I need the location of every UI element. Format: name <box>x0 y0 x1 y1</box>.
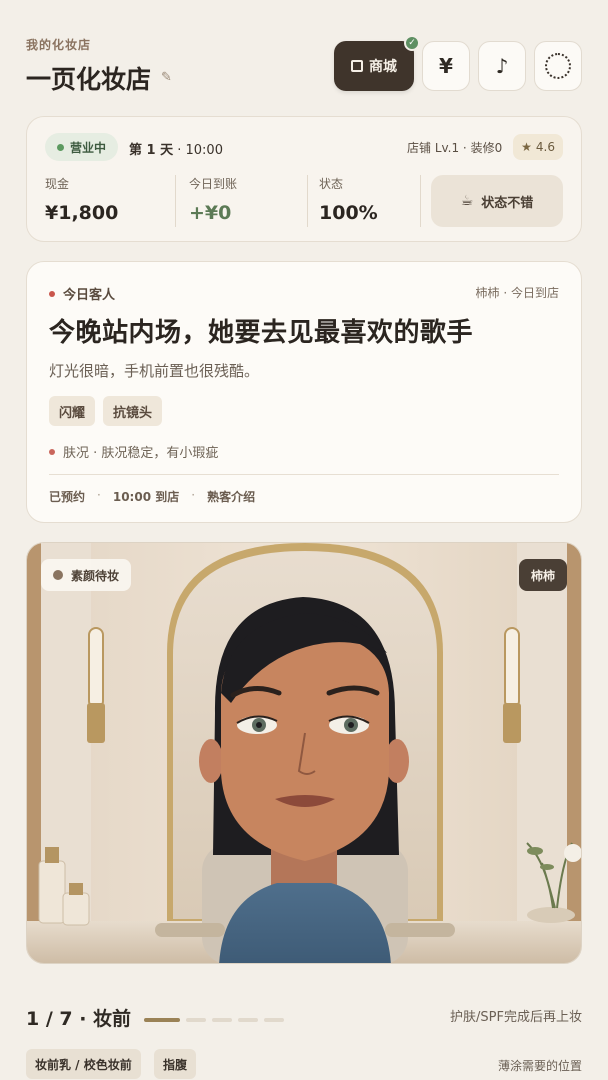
avatar-button[interactable] <box>534 41 582 91</box>
divider <box>175 175 176 227</box>
star-icon: ★ <box>521 140 532 154</box>
flower <box>564 844 581 862</box>
dotted-circle-icon <box>545 53 571 79</box>
chair-arm <box>155 923 225 937</box>
customer-description: 灯光很暗，手机前置也很残酷。 <box>49 362 260 380</box>
product-row: 妆前乳 / 校色妆前 指腹 薄涂需要的位置 <box>26 1049 582 1080</box>
customer-card: 今日客人 柿柿 · 今日到店 今晚站内场，她要去见最喜欢的歌手 灯光很暗，手机前… <box>26 261 582 523</box>
shop-icon <box>351 60 363 72</box>
pupil <box>348 722 354 728</box>
bottle <box>62 892 90 926</box>
top-actions: 商城 ✓ ¥ ♪ <box>334 35 582 91</box>
store-level: 店铺 Lv.1 · 装修0 <box>407 141 503 155</box>
progress-segment <box>144 1018 180 1022</box>
open-dot-icon <box>57 143 64 151</box>
state-metric: 状态 100% <box>319 175 378 224</box>
sconce-base <box>87 703 105 743</box>
product-chip[interactable]: 妆前乳 / 校色妆前 <box>26 1049 141 1079</box>
income-metric: 今日到账 +¥0 <box>189 175 237 224</box>
sconce-base <box>503 703 521 743</box>
dish <box>527 907 575 923</box>
makeup-status-badge: 素颜待妆 <box>41 559 132 591</box>
leaf <box>540 864 554 870</box>
pupil <box>256 722 262 728</box>
title-row: 一页化妆店 ✎ <box>26 60 175 96</box>
music-note-icon: ♪ <box>495 54 509 78</box>
check-icon: ✓ <box>404 35 420 51</box>
divider <box>307 175 308 227</box>
shop-subtitle: 我的化妆店 <box>26 38 92 52</box>
separator: · <box>191 488 196 502</box>
customer-section-header: 今日客人 <box>49 284 115 303</box>
pencil-icon[interactable]: ✎ <box>161 71 175 85</box>
state-label: 状态 <box>319 177 344 191</box>
leaf <box>527 847 543 855</box>
yen-icon: ¥ <box>439 54 453 78</box>
customer-section-label: 今日客人 <box>63 288 116 303</box>
music-button[interactable]: ♪ <box>478 41 526 91</box>
cash-metric: 现金 ¥1,800 <box>45 175 118 224</box>
customer-headline: 今晚站内场，她要去见最喜欢的歌手 <box>49 318 474 348</box>
rating-value: 4.6 <box>535 140 555 154</box>
separator: · <box>97 488 101 502</box>
shop-button-label: 商城 <box>369 59 397 75</box>
skin-dot-icon <box>49 448 55 455</box>
makeup-status-label: 素颜待妆 <box>71 568 120 583</box>
progress-segment <box>238 1018 258 1022</box>
day-time: 第 1 天 · 10:00 <box>129 139 223 158</box>
cash-value: ¥1,800 <box>45 202 119 224</box>
step-hint: 护肤/SPF完成后再上妆 <box>450 1010 582 1025</box>
step-progress <box>144 1018 284 1022</box>
scene-illustration <box>27 543 581 963</box>
arrival-time: 10:00 到店 <box>112 490 180 504</box>
bottle-cap <box>45 847 59 863</box>
referral-source: 熟客介绍 <box>207 490 256 504</box>
divider <box>49 474 559 475</box>
mood-label: 状态不错 <box>481 195 534 211</box>
makeup-scene[interactable]: 素颜待妆 柿柿 <box>26 542 582 964</box>
bottle <box>38 860 66 924</box>
wall-sconce <box>504 627 520 709</box>
bottle-cap <box>69 883 83 895</box>
currency-button[interactable]: ¥ <box>422 41 470 91</box>
customer-meta: 柿柿 · 今日到店 <box>475 286 559 300</box>
status-card: 营业中 第 1 天 · 10:00 店铺 Lv.1 · 装修0 ★ 4.6 现金… <box>26 116 582 242</box>
open-label: 营业中 <box>70 140 107 155</box>
shop-button[interactable]: 商城 ✓ <box>334 35 420 91</box>
header: 我的化妆店 一页化妆店 ✎ 商城 ✓ ¥ ♪ <box>26 35 582 96</box>
status-dot-icon <box>53 570 63 580</box>
tag-chip: 抗镜头 <box>103 396 163 426</box>
rating-badge: ★ 4.6 <box>513 134 563 160</box>
product-chip[interactable]: 指腹 <box>154 1049 197 1079</box>
wood-panel <box>567 543 581 923</box>
mood-button[interactable]: ☕ 状态不错 <box>431 175 563 227</box>
time-label: · 10:00 <box>177 143 223 158</box>
customer-name-chip: 柿柿 <box>518 559 567 591</box>
progress-segment <box>264 1018 284 1022</box>
cash-label: 现金 <box>45 177 70 191</box>
skin-note-text: 肤况 · 肤况稳定，有小瑕疵 <box>63 446 219 461</box>
booked-status: 已预约 <box>49 490 86 504</box>
divider <box>420 175 421 227</box>
progress-segment <box>186 1018 206 1022</box>
coffee-cup-icon: ☕ <box>460 193 474 209</box>
customer-tags: 闪耀 抗镜头 <box>49 396 163 426</box>
ear <box>199 739 223 783</box>
shop-title: 一页化妆店 <box>26 65 152 94</box>
red-dot-icon <box>49 290 55 297</box>
product-hint: 薄涂需要的位置 <box>497 1059 582 1073</box>
tag-chip: 闪耀 <box>49 396 96 426</box>
state-value: 100% <box>319 202 378 224</box>
wall-sconce <box>88 627 104 709</box>
progress-segment <box>212 1018 232 1022</box>
step-label: 1 / 7 · 妆前 <box>26 1008 132 1030</box>
income-value: +¥0 <box>189 202 232 224</box>
chair-arm <box>385 923 455 937</box>
open-status-badge: 营业中 <box>45 133 119 161</box>
step-progress-row: 1 / 7 · 妆前 护肤/SPF完成后再上妆 <box>26 1002 582 1032</box>
day-label: 第 1 天 <box>129 143 174 158</box>
customer-footer: 已预约 · 10:00 到店 · 熟客介绍 <box>49 488 255 505</box>
income-label: 今日到账 <box>189 177 238 191</box>
skin-note: 肤况 · 肤况稳定，有小瑕疵 <box>49 442 218 461</box>
